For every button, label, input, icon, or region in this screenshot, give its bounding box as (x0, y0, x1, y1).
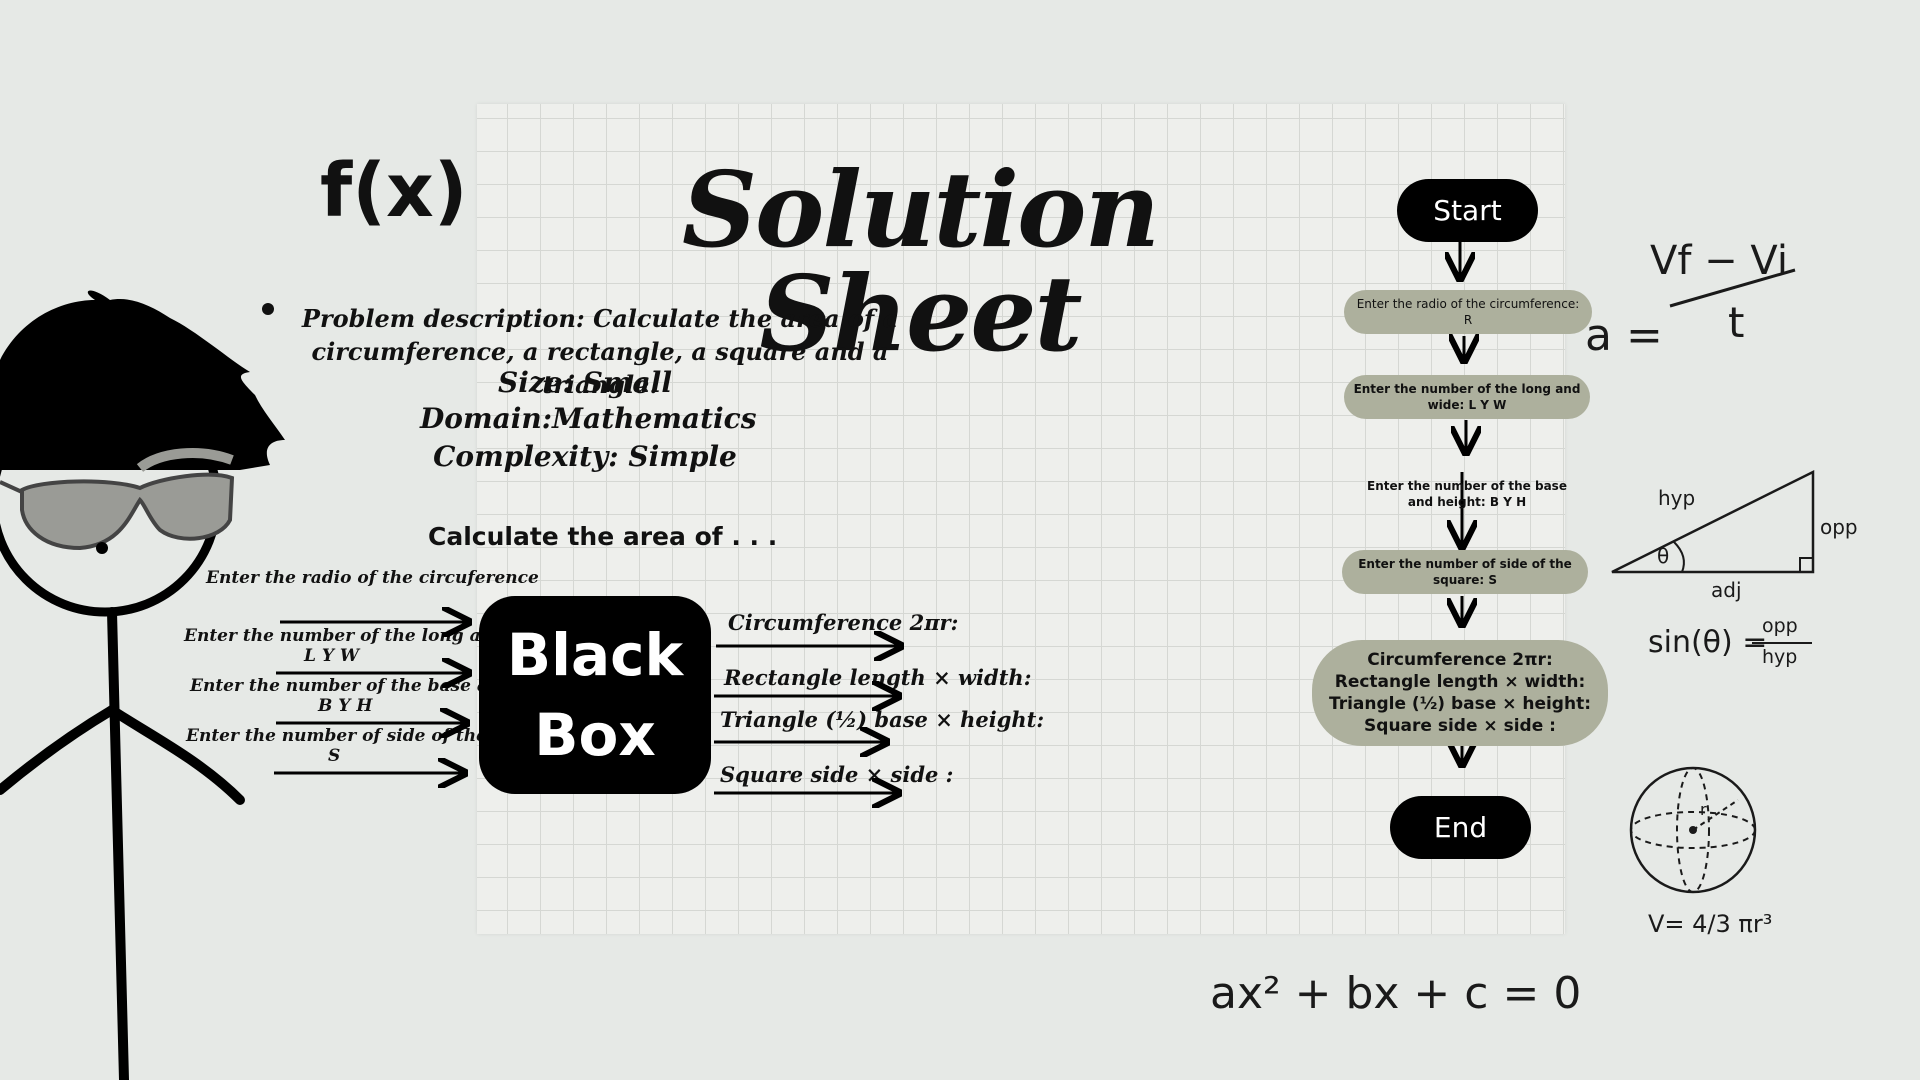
accel-lhs: a = (1585, 310, 1663, 361)
sin-numerator: opp (1762, 615, 1798, 637)
theta-label: θ (1657, 544, 1670, 568)
accel-denominator: t (1728, 298, 1745, 347)
adj-label: adj (1711, 578, 1742, 602)
sin-denominator: hyp (1762, 646, 1798, 668)
sphere-radius-label: r (1700, 800, 1707, 819)
sin-lhs: sin(θ) = (1648, 625, 1768, 660)
accel-numerator: Vf − Vi (1650, 238, 1788, 284)
triangle-doodle (1611, 469, 1815, 574)
hyp-label: hyp (1658, 486, 1696, 510)
sphere-volume-formula: V= 4/3 πr³ (1648, 910, 1773, 938)
quadratic-formula: ax² + bx + c = 0 (1210, 968, 1582, 1019)
math-doodles (1611, 268, 1815, 894)
opp-label: opp (1820, 515, 1858, 539)
